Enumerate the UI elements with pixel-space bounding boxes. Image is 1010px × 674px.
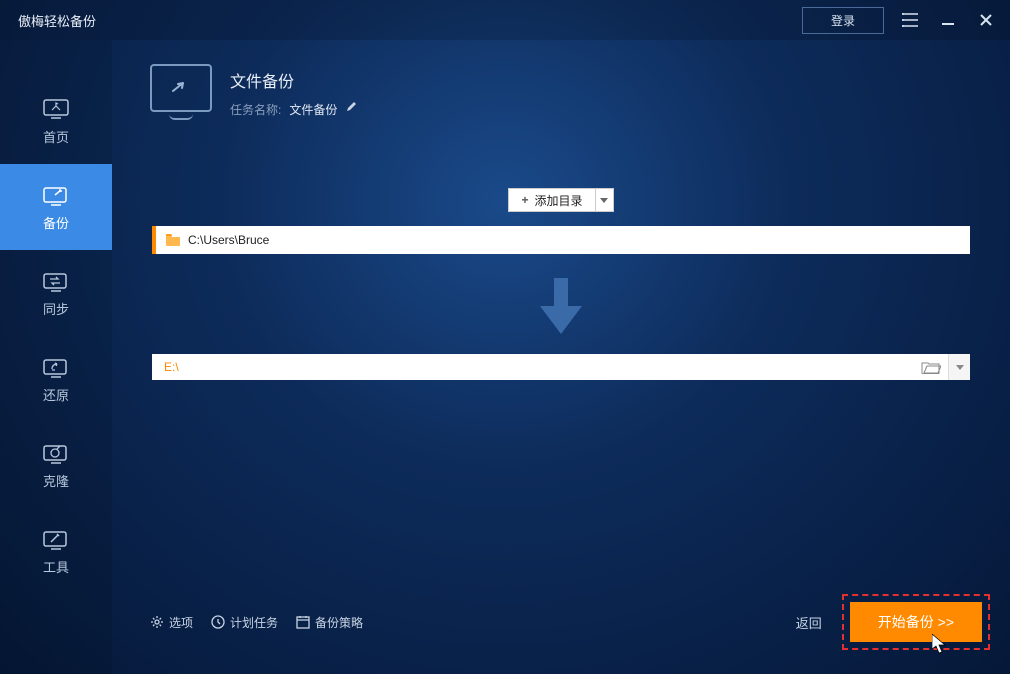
sidebar-label-restore: 还原 [43,385,69,404]
schedule-button[interactable]: 计划任务 [211,614,278,631]
destination-dropdown[interactable] [948,354,970,380]
add-directory-button[interactable]: + 添加目录 [508,188,613,212]
sync-icon [41,269,71,293]
strategy-label: 备份策略 [315,614,363,631]
titlebar-controls: 登录 [802,7,998,34]
plus-icon: + [521,193,528,207]
options-label: 选项 [169,614,193,631]
sidebar-label-backup: 备份 [43,213,69,232]
tools-icon [41,527,71,551]
sidebar-item-backup[interactable]: 备份 [0,164,112,250]
home-icon [41,97,71,121]
menu-list-icon[interactable] [898,8,922,32]
page-title: 文件备份 [230,68,357,92]
backup-icon [41,183,71,207]
folder-icon [166,234,180,246]
sidebar-item-restore[interactable]: 还原 [0,336,112,422]
sidebar-label-clone: 克隆 [43,471,69,490]
add-directory-dropdown[interactable] [595,189,613,211]
destination-path-text: E:\ [164,360,914,374]
start-backup-button[interactable]: 开始备份 >> [850,602,982,642]
login-button[interactable]: 登录 [802,7,884,34]
sidebar-item-tools[interactable]: 工具 [0,508,112,594]
add-directory-row: + 添加目录 [150,188,972,212]
minimize-icon[interactable] [936,8,960,32]
app-title: 傲梅轻松备份 [12,11,802,30]
restore-icon [41,355,71,379]
sidebar-label-home: 首页 [43,127,69,146]
strategy-button[interactable]: 备份策略 [296,614,363,631]
calendar-icon [296,615,310,629]
footer: 选项 计划任务 备份策略 返回 开始备份 >> [150,594,990,650]
sidebar-label-sync: 同步 [43,299,69,318]
options-button[interactable]: 选项 [150,614,193,631]
task-name-label: 任务名称: [230,101,281,118]
gear-icon [150,615,164,629]
sidebar: 首页 备份 同步 还原 克隆 工具 [0,40,112,674]
add-directory-label: 添加目录 [535,192,583,209]
titlebar: 傲梅轻松备份 登录 [0,0,1010,40]
edit-task-name-icon[interactable] [345,100,357,118]
app-window: 傲梅轻松备份 登录 首页 备份 [0,0,1010,674]
destination-path-box[interactable]: E:\ [152,354,970,380]
sidebar-item-sync[interactable]: 同步 [0,250,112,336]
sidebar-label-tools: 工具 [43,557,69,576]
cursor-icon [932,634,948,654]
clone-icon [41,441,71,465]
browse-folder-icon[interactable] [914,354,948,380]
start-button-highlight: 开始备份 >> [842,594,990,650]
clock-icon [211,615,225,629]
back-button[interactable]: 返回 [796,613,822,632]
task-name-value: 文件备份 [289,101,337,118]
sidebar-item-home[interactable]: 首页 [0,78,112,164]
content: 文件备份 任务名称: 文件备份 + 添加目录 [112,40,1010,674]
page-header: 文件备份 任务名称: 文件备份 [150,64,972,118]
source-path-text: C:\Users\Bruce [188,233,269,247]
main-area: 首页 备份 同步 还原 克隆 工具 [0,40,1010,674]
close-icon[interactable] [974,8,998,32]
source-path-box[interactable]: C:\Users\Bruce [152,226,970,254]
sidebar-item-clone[interactable]: 克隆 [0,422,112,508]
file-backup-icon [150,64,212,112]
arrow-down-icon [150,278,972,334]
schedule-label: 计划任务 [230,614,278,631]
